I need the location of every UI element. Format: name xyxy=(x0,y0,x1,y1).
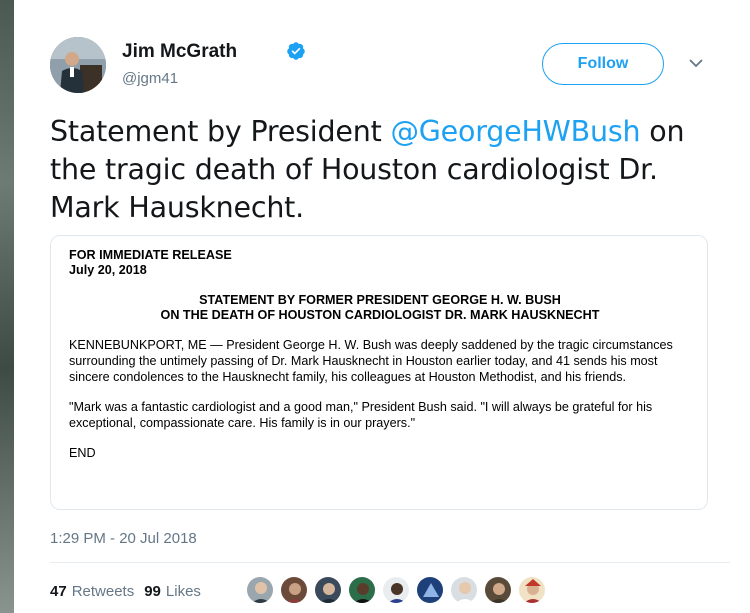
chevron-down-icon[interactable] xyxy=(688,57,704,69)
release-end: END xyxy=(69,446,96,460)
tweet-header: Jim McGrath @jgm41 Follow xyxy=(50,37,730,95)
press-release-image[interactable]: FOR IMMEDIATE RELEASE July 20, 2018 STAT… xyxy=(50,235,708,510)
divider xyxy=(50,562,730,563)
tweet-stats: 47 Retweets 99 Likes xyxy=(50,581,211,601)
mention-link[interactable]: @GeorgeHWBush xyxy=(390,115,640,148)
release-quote: "Mark was a fantastic cardiologist and a… xyxy=(69,400,653,430)
retweets-number: 47 xyxy=(50,582,67,600)
author-name[interactable]: Jim McGrath xyxy=(122,41,237,63)
verified-badge-icon xyxy=(287,42,305,60)
author-handle[interactable]: @jgm41 xyxy=(122,70,178,87)
tweet-text-part: Statement by President xyxy=(50,115,391,148)
background-edge xyxy=(0,0,14,613)
press-release-document: FOR IMMEDIATE RELEASE July 20, 2018 STAT… xyxy=(69,248,691,461)
tweet-text: Statement by President @GeorgeHWBush on … xyxy=(50,113,730,227)
liker-avatars xyxy=(246,576,552,606)
author-avatar[interactable] xyxy=(50,37,106,93)
release-date: July 20, 2018 xyxy=(69,263,147,277)
release-label: FOR IMMEDIATE RELEASE xyxy=(69,248,232,262)
liker-avatar[interactable] xyxy=(280,576,308,604)
liker-avatar[interactable] xyxy=(246,576,274,604)
liker-avatar[interactable] xyxy=(484,576,512,604)
liker-avatar[interactable] xyxy=(382,576,410,604)
retweets-count[interactable]: 47 Retweets xyxy=(50,583,134,600)
release-title: STATEMENT BY FORMER PRESIDENT GEORGE H. … xyxy=(69,293,691,323)
liker-avatar[interactable] xyxy=(314,576,342,604)
tweet-card: Jim McGrath @jgm41 Follow Statement by P… xyxy=(14,0,750,613)
likes-count[interactable]: 99 Likes xyxy=(144,583,201,600)
release-title-line: STATEMENT BY FORMER PRESIDENT GEORGE H. … xyxy=(199,293,561,307)
likes-number: 99 xyxy=(144,582,161,600)
tweet-timestamp[interactable]: 1:29 PM - 20 Jul 2018 xyxy=(50,530,197,547)
liker-avatar[interactable] xyxy=(518,576,546,604)
release-paragraph: KENNEBUNKPORT, ME — President George H. … xyxy=(69,338,673,384)
likes-label: Likes xyxy=(165,582,201,600)
liker-avatar[interactable] xyxy=(450,576,478,604)
retweets-label: Retweets xyxy=(71,582,135,600)
liker-avatar[interactable] xyxy=(416,576,444,604)
liker-avatar[interactable] xyxy=(348,576,376,604)
follow-button[interactable]: Follow xyxy=(542,43,664,85)
release-title-line: ON THE DEATH OF HOUSTON CARDIOLOGIST DR.… xyxy=(160,308,600,322)
